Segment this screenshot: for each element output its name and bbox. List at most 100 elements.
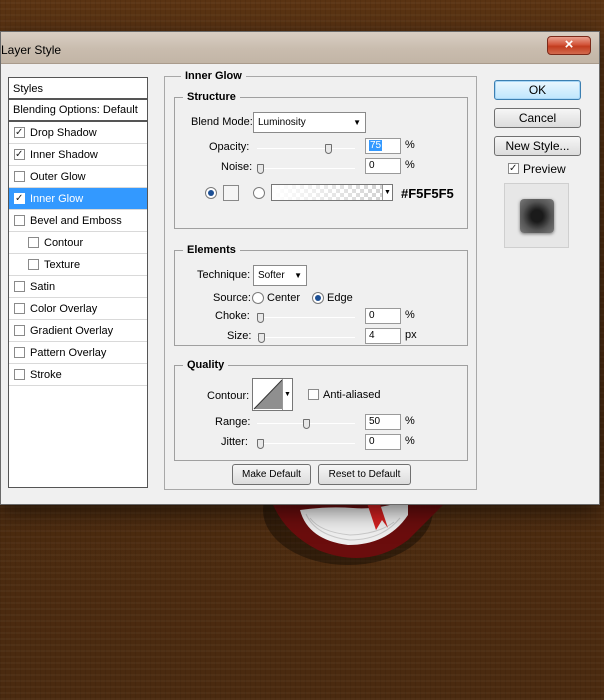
style-item-inner-shadow[interactable]: Inner Shadow: [9, 144, 147, 166]
range-unit: %: [405, 415, 415, 427]
opacity-value: 75: [369, 140, 383, 151]
style-item-label: Bevel and Emboss: [30, 214, 122, 227]
style-item-label: Texture: [44, 258, 81, 271]
style-checkbox[interactable]: [14, 325, 25, 336]
range-slider-knob[interactable]: [303, 419, 310, 429]
style-item-inner-glow[interactable]: Inner Glow: [9, 188, 147, 210]
style-item-drop-shadow[interactable]: Drop Shadow: [9, 122, 147, 144]
cancel-button[interactable]: Cancel: [494, 108, 581, 128]
style-item-texture[interactable]: Texture: [9, 254, 147, 276]
opacity-unit: %: [405, 139, 415, 151]
anti-aliased-checkbox[interactable]: [308, 389, 319, 400]
source-center-label[interactable]: Center: [267, 292, 300, 304]
contour-picker[interactable]: ▼: [252, 378, 293, 411]
color-hex-label: #F5F5F5: [401, 186, 454, 201]
preview-thumbnail: [520, 199, 554, 233]
opacity-slider-knob[interactable]: [325, 144, 332, 154]
noise-input[interactable]: 0: [365, 158, 401, 174]
style-checkbox[interactable]: [14, 149, 25, 160]
blend-mode-select[interactable]: Luminosity ▼: [253, 112, 366, 133]
choke-label: Choke:: [215, 310, 250, 322]
slider-track: [257, 148, 355, 149]
reset-to-default-button[interactable]: Reset to Default: [318, 464, 411, 485]
technique-label: Technique:: [197, 269, 251, 281]
opacity-slider[interactable]: [257, 144, 355, 154]
style-checkbox[interactable]: [14, 303, 25, 314]
style-item-pattern-overlay[interactable]: Pattern Overlay: [9, 342, 147, 364]
contour-label: Contour:: [207, 390, 250, 402]
size-slider-knob[interactable]: [258, 333, 265, 343]
technique-select[interactable]: Softer ▼: [253, 265, 307, 286]
elements-group: Elements Technique: Softer ▼ Source: Cen…: [174, 244, 468, 346]
dropdown-arrow-icon[interactable]: ▼: [382, 185, 392, 200]
range-slider[interactable]: [257, 419, 355, 429]
style-checkbox[interactable]: [14, 369, 25, 380]
style-item-gradient-overlay[interactable]: Gradient Overlay: [9, 320, 147, 342]
structure-title: Structure: [183, 91, 240, 103]
range-input[interactable]: 50: [365, 414, 401, 430]
dropdown-arrow-icon: ▼: [294, 271, 302, 280]
blending-options-item[interactable]: Blending Options: Default: [9, 100, 147, 122]
quality-title: Quality: [183, 359, 229, 371]
noise-unit: %: [405, 159, 415, 171]
quality-group: Quality Contour: ▼ Anti-aliased Range: 5…: [174, 359, 468, 461]
style-item-color-overlay[interactable]: Color Overlay: [9, 298, 147, 320]
style-item-bevel-and-emboss[interactable]: Bevel and Emboss: [9, 210, 147, 232]
range-label: Range:: [215, 416, 251, 428]
opacity-input[interactable]: 75: [365, 138, 401, 154]
jitter-input[interactable]: 0: [365, 434, 401, 450]
source-edge-label[interactable]: Edge: [327, 292, 353, 304]
styles-header[interactable]: Styles: [9, 78, 147, 100]
size-slider[interactable]: [257, 333, 355, 343]
choke-input[interactable]: 0: [365, 308, 401, 324]
close-button[interactable]: ×: [547, 36, 591, 55]
style-items: Drop Shadow Inner Shadow Outer Glow Inner G…: [9, 122, 147, 386]
new-style-button[interactable]: New Style...: [494, 136, 581, 156]
slider-track: [257, 337, 355, 338]
source-label: Source:: [213, 292, 251, 304]
noise-slider[interactable]: [257, 164, 355, 174]
anti-aliased-label: Anti-aliased: [323, 389, 381, 401]
gradient-picker[interactable]: ▼: [271, 184, 393, 201]
choke-slider-knob[interactable]: [257, 313, 264, 323]
blend-mode-label: Blend Mode:: [191, 116, 253, 128]
jitter-slider[interactable]: [257, 439, 355, 449]
slider-track: [257, 168, 355, 169]
style-checkbox[interactable]: [28, 237, 39, 248]
blending-options-label: Blending Options: Default: [13, 104, 138, 116]
titlebar[interactable]: Layer Style ×: [1, 32, 599, 64]
style-checkbox[interactable]: [14, 193, 25, 204]
glow-color-swatch[interactable]: [223, 185, 239, 201]
style-checkbox[interactable]: [14, 171, 25, 182]
inner-glow-title: Inner Glow: [181, 70, 246, 82]
preview-checkbox[interactable]: [508, 163, 519, 174]
jitter-label: Jitter:: [221, 436, 248, 448]
style-item-stroke[interactable]: Stroke: [9, 364, 147, 386]
dropdown-arrow-icon[interactable]: ▼: [282, 379, 292, 410]
elements-title: Elements: [183, 244, 240, 256]
blend-mode-value: Luminosity: [258, 117, 306, 128]
style-item-label: Inner Glow: [30, 192, 84, 205]
style-item-contour[interactable]: Contour: [9, 232, 147, 254]
dropdown-arrow-icon: ▼: [353, 118, 361, 127]
style-item-satin[interactable]: Satin: [9, 276, 147, 298]
source-edge-radio[interactable]: [312, 292, 324, 304]
make-default-button[interactable]: Make Default: [232, 464, 311, 485]
jitter-slider-knob[interactable]: [257, 439, 264, 449]
style-item-outer-glow[interactable]: Outer Glow: [9, 166, 147, 188]
source-center-radio[interactable]: [252, 292, 264, 304]
style-checkbox[interactable]: [14, 347, 25, 358]
style-checkbox[interactable]: [14, 127, 25, 138]
style-item-label: Color Overlay: [30, 302, 98, 315]
gradient-radio[interactable]: [253, 187, 265, 199]
choke-slider[interactable]: [257, 313, 355, 323]
style-item-label: Drop Shadow: [30, 126, 97, 139]
noise-slider-knob[interactable]: [257, 164, 264, 174]
style-item-label: Outer Glow: [30, 170, 86, 183]
ok-button[interactable]: OK: [494, 80, 581, 100]
size-input[interactable]: 4: [365, 328, 401, 344]
style-checkbox[interactable]: [28, 259, 39, 270]
style-checkbox[interactable]: [14, 215, 25, 226]
solid-color-radio[interactable]: [205, 187, 217, 199]
style-checkbox[interactable]: [14, 281, 25, 292]
